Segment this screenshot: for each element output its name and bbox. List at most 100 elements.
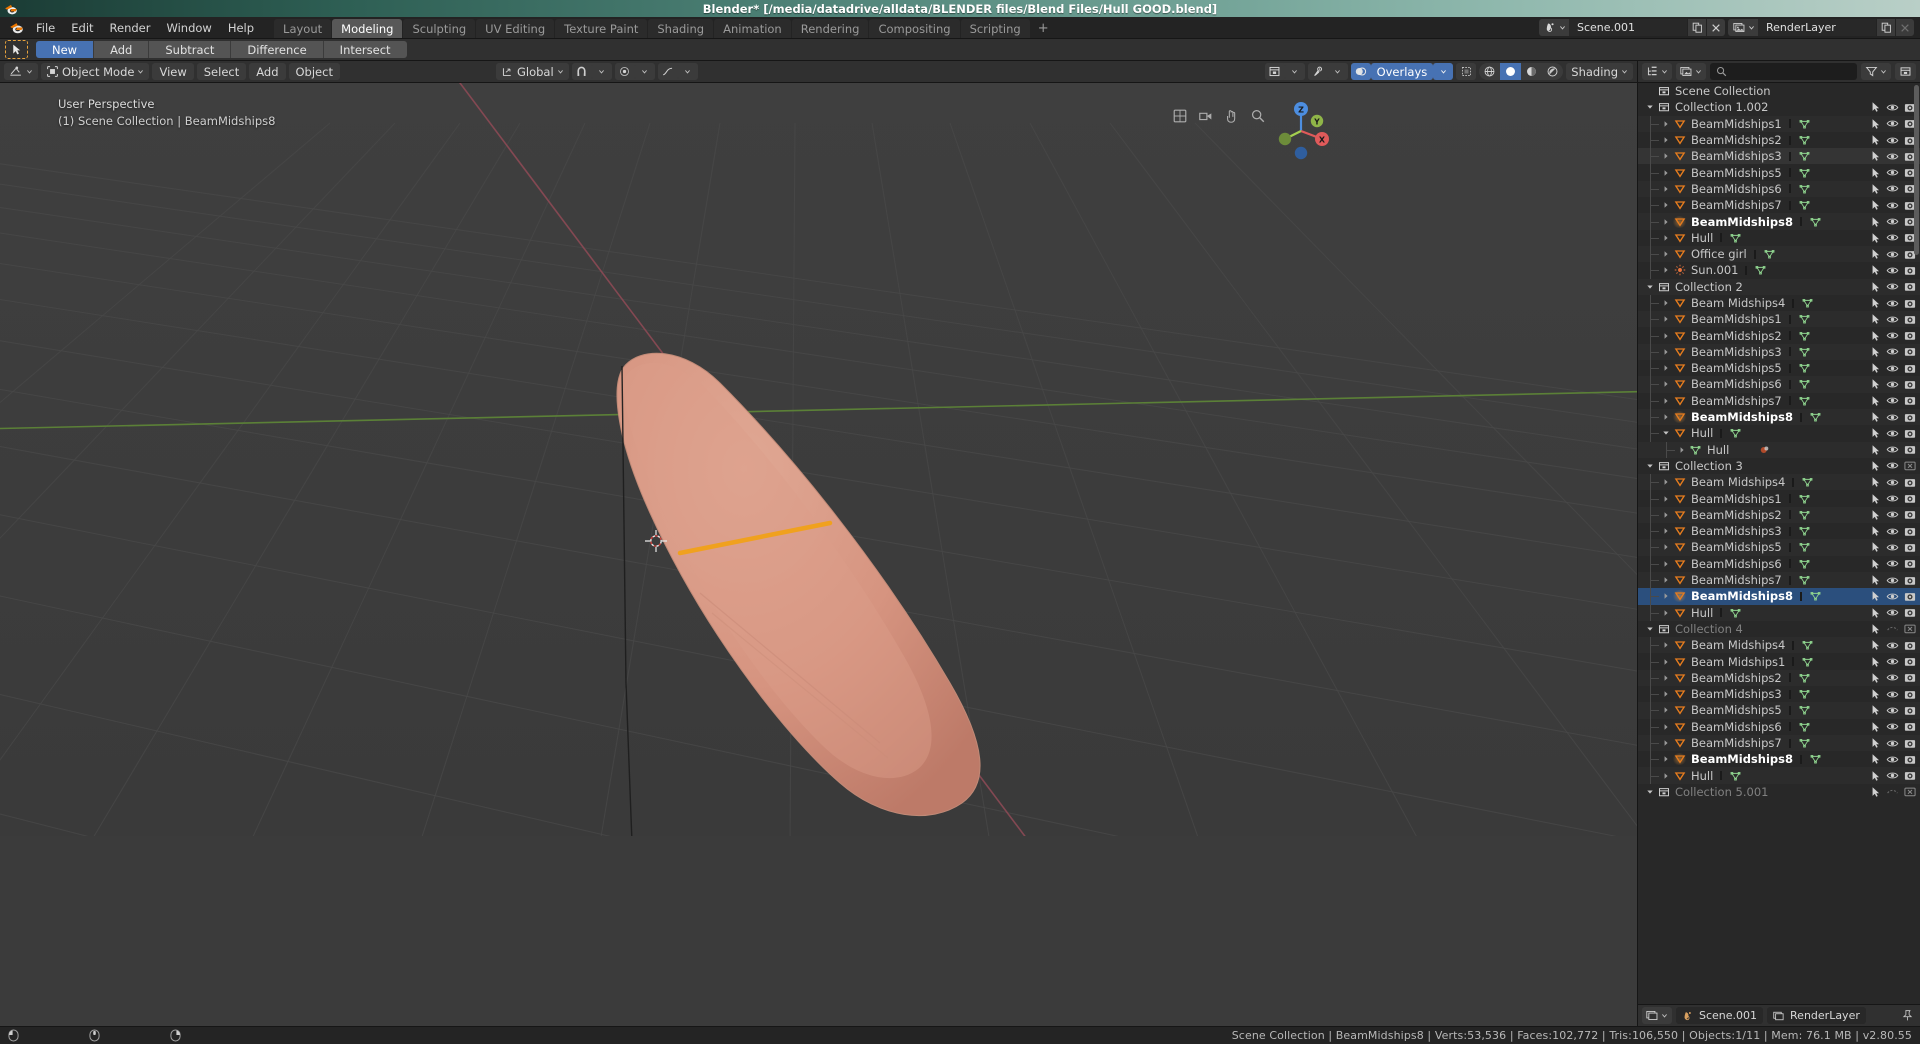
pin-icon[interactable]	[1901, 1009, 1916, 1022]
mesh-data-icon[interactable]	[1796, 509, 1813, 521]
eye-icon[interactable]	[1884, 214, 1901, 230]
eye-icon[interactable]	[1884, 197, 1901, 213]
selectable-arrow-icon[interactable]	[1867, 458, 1884, 474]
selectable-arrow-icon[interactable]	[1867, 148, 1884, 164]
mesh-data-icon[interactable]	[1807, 411, 1824, 423]
expand-triangle-icon[interactable]	[1660, 592, 1672, 600]
expand-triangle-icon[interactable]	[1660, 120, 1672, 128]
mesh-data-icon[interactable]	[1807, 590, 1824, 602]
expand-triangle-icon[interactable]	[1660, 397, 1672, 405]
outliner-object-row[interactable]: BeamMidships1	[1638, 311, 1920, 328]
mesh-data-icon[interactable]	[1796, 721, 1813, 733]
outliner-object-row[interactable]: BeamMidships2	[1638, 506, 1920, 524]
camera-icon[interactable]	[1901, 442, 1918, 458]
transform-orientation-dropdown[interactable]: Global	[495, 63, 569, 80]
outliner-object-row[interactable]: BeamMidships6	[1638, 718, 1920, 735]
scene-icon[interactable]	[1539, 19, 1569, 36]
camera-icon[interactable]	[1901, 360, 1918, 376]
expand-triangle-icon[interactable]	[1660, 364, 1672, 372]
camera-icon[interactable]	[1901, 637, 1918, 653]
camera-icon[interactable]	[1901, 702, 1918, 718]
expand-triangle-icon[interactable]	[1660, 250, 1672, 258]
expand-triangle-icon[interactable]	[1660, 739, 1672, 747]
mesh-data-icon[interactable]	[1796, 574, 1813, 586]
mesh-data-icon[interactable]	[1727, 607, 1744, 619]
camera-icon[interactable]	[1901, 409, 1918, 425]
selectable-arrow-icon[interactable]	[1867, 719, 1884, 735]
camera-icon[interactable]	[1901, 279, 1918, 295]
mesh-data-icon[interactable]	[1796, 313, 1813, 325]
camera-icon[interactable]	[1901, 393, 1918, 409]
expand-triangle-icon[interactable]	[1660, 332, 1672, 340]
filter-funnel-icon[interactable]	[1861, 63, 1891, 80]
tab-scripting[interactable]: Scripting	[960, 19, 1030, 38]
outliner-object-row[interactable]: Hull	[1638, 604, 1920, 621]
outliner-object-row[interactable]: BeamMidships2	[1638, 131, 1920, 149]
mesh-data-icon[interactable]	[1796, 167, 1813, 179]
outliner-object-row[interactable]: BeamMidships8	[1638, 408, 1920, 426]
outliner-object-row[interactable]: Hull	[1638, 767, 1920, 784]
outliner-collection-row[interactable]: Collection 1.002	[1638, 99, 1920, 115]
chevron-down-icon[interactable]	[1284, 63, 1305, 80]
mesh-data-icon[interactable]	[1796, 378, 1813, 390]
eye-icon[interactable]	[1884, 539, 1901, 555]
expand-triangle-icon[interactable]	[1660, 658, 1672, 666]
outliner-object-row[interactable]: BeamMidships3	[1638, 523, 1920, 540]
eye-icon[interactable]	[1884, 702, 1901, 718]
tab-compositing[interactable]: Compositing	[869, 19, 960, 38]
selectable-arrow-icon[interactable]	[1867, 344, 1884, 360]
id-type-filter-icon[interactable]	[1676, 63, 1706, 80]
menu-edit[interactable]: Edit	[63, 17, 101, 38]
expand-triangle-icon[interactable]	[1660, 609, 1672, 617]
gizmo-icon[interactable]	[1307, 63, 1328, 80]
collapse-triangle-icon[interactable]	[1644, 283, 1656, 291]
footer-scene-field[interactable]: Scene.001	[1676, 1007, 1764, 1024]
camera-icon[interactable]	[1901, 311, 1918, 327]
expand-triangle-icon[interactable]	[1660, 266, 1672, 274]
mesh-data-icon[interactable]	[1799, 639, 1816, 651]
camera-icon[interactable]	[1901, 686, 1918, 702]
expand-triangle-icon[interactable]	[1660, 413, 1672, 421]
chevron-down-icon[interactable]	[1433, 63, 1454, 80]
mesh-data-icon[interactable]	[1807, 753, 1824, 765]
eye-icon[interactable]	[1884, 768, 1901, 784]
eye-icon[interactable]	[1884, 393, 1901, 409]
menu-window[interactable]: Window	[158, 17, 219, 38]
magnet-icon[interactable]	[571, 63, 592, 80]
outliner-object-row[interactable]: BeamMidships7	[1638, 197, 1920, 214]
tab-animation[interactable]: Animation	[714, 19, 791, 38]
tab-rendering[interactable]: Rendering	[791, 19, 869, 38]
camera-icon[interactable]	[1901, 507, 1918, 523]
outliner-object-row[interactable]: BeamMidships1	[1638, 490, 1920, 507]
overlays-label[interactable]: Overlays	[1370, 63, 1434, 80]
eye-icon[interactable]	[1884, 458, 1901, 474]
selectable-arrow-icon[interactable]	[1867, 328, 1884, 344]
app-logo-icon[interactable]	[4, 17, 28, 38]
select-mode-subtract[interactable]: Subtract	[149, 41, 232, 58]
expand-triangle-icon[interactable]	[1660, 755, 1672, 763]
mesh-data-icon[interactable]	[1796, 362, 1813, 374]
eye-icon[interactable]	[1884, 523, 1901, 539]
outliner-object-row[interactable]: BeamMidships6	[1638, 376, 1920, 393]
eye-icon[interactable]	[1884, 507, 1901, 523]
viewlayer-icon[interactable]	[1728, 19, 1758, 36]
mesh-data-icon[interactable]	[1799, 297, 1816, 309]
selectable-arrow-icon[interactable]	[1867, 507, 1884, 523]
add-workspace-button[interactable]: +	[1031, 19, 1056, 38]
camera-icon[interactable]	[1901, 751, 1918, 767]
selectable-arrow-icon[interactable]	[1867, 670, 1884, 686]
scene-name-value[interactable]: Scene.001	[1569, 19, 1687, 36]
expand-triangle-icon[interactable]	[1660, 527, 1672, 535]
expand-triangle-icon[interactable]	[1660, 315, 1672, 323]
remove-viewlayer-button[interactable]	[1895, 19, 1914, 36]
eye-icon[interactable]	[1884, 328, 1901, 344]
camera-disabled-icon[interactable]	[1901, 621, 1918, 637]
solid-shading-icon[interactable]	[1500, 63, 1522, 80]
viewport-menu-select[interactable]: Select	[196, 63, 247, 80]
mesh-data-icon[interactable]	[1796, 525, 1813, 537]
camera-icon[interactable]	[1901, 262, 1918, 278]
selectable-arrow-icon[interactable]	[1867, 165, 1884, 181]
chevron-down-icon[interactable]	[591, 63, 612, 80]
tab-modeling[interactable]: Modeling	[332, 19, 403, 38]
outliner-collection-row[interactable]: Collection 4	[1638, 621, 1920, 637]
